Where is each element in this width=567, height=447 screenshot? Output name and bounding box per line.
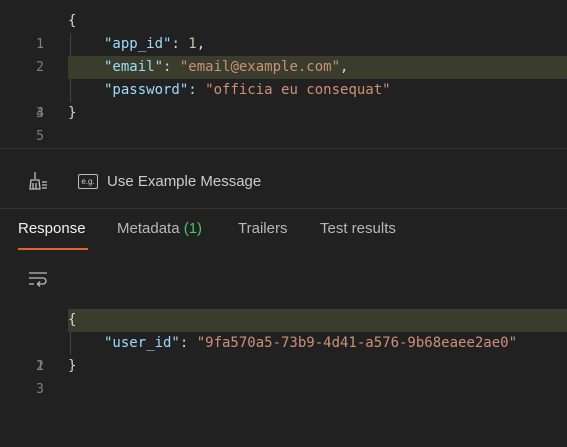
request-editor[interactable]: 1 { 2 "app_id": 1, 3 "email": "email@exa… bbox=[0, 10, 567, 144]
json-value: "email@example.com" bbox=[179, 59, 341, 75]
code-line: 5 } bbox=[0, 102, 567, 144]
tab-trailers[interactable]: Trailers bbox=[238, 220, 287, 237]
response-editor[interactable]: 1 { 2 "user_id": "9fa570a5-73b9-4d41-a57… bbox=[0, 309, 567, 397]
broom-icon[interactable] bbox=[26, 170, 48, 192]
code-line: 2 "app_id": 1, bbox=[0, 33, 567, 75]
json-value: "officia eu consequat" bbox=[205, 82, 391, 98]
code-line: 2 "user_id": "9fa570a5-73b9-4d41-a576-9b… bbox=[0, 332, 567, 374]
response-tabs: Response Metadata (1) Trailers Test resu… bbox=[0, 214, 567, 254]
code-line: 4 "password": "officia eu consequat" bbox=[0, 79, 567, 121]
json-key: "password" bbox=[104, 82, 189, 98]
tab-response[interactable]: Response bbox=[18, 220, 86, 237]
use-example-message-button[interactable]: e.g. Use Example Message bbox=[78, 166, 261, 196]
open-brace: { bbox=[68, 312, 77, 328]
divider bbox=[0, 148, 567, 149]
json-key: "user_id" bbox=[104, 335, 180, 351]
json-value: 1 bbox=[188, 36, 197, 52]
line-number: 3 bbox=[36, 382, 44, 397]
code-line-highlighted: 1 { bbox=[0, 309, 567, 374]
close-brace: } bbox=[68, 105, 77, 121]
metadata-count-badge: (1) bbox=[183, 220, 203, 237]
divider bbox=[0, 208, 567, 209]
code-line: 1 { bbox=[0, 10, 567, 52]
example-label: Use Example Message bbox=[107, 172, 262, 190]
tab-test-results[interactable]: Test results bbox=[320, 220, 396, 237]
close-brace: } bbox=[68, 358, 77, 374]
json-key: "email" bbox=[104, 59, 164, 75]
tab-metadata[interactable]: Metadata (1) bbox=[117, 220, 202, 237]
json-value: "9fa570a5-73b9-4d41-a576-9b68eaee2ae0" bbox=[196, 335, 518, 351]
code-line-highlighted: 3 "email": "email@example.com", bbox=[0, 56, 567, 121]
json-key: "app_id" bbox=[104, 36, 172, 52]
request-toolbar: e.g. Use Example Message bbox=[0, 166, 567, 196]
open-brace: { bbox=[68, 13, 77, 29]
wrap-lines-icon[interactable] bbox=[28, 268, 48, 290]
line-number: 5 bbox=[36, 129, 44, 144]
code-line: 3 } bbox=[0, 355, 567, 397]
active-tab-indicator bbox=[18, 248, 88, 250]
example-icon: e.g. bbox=[78, 173, 98, 189]
